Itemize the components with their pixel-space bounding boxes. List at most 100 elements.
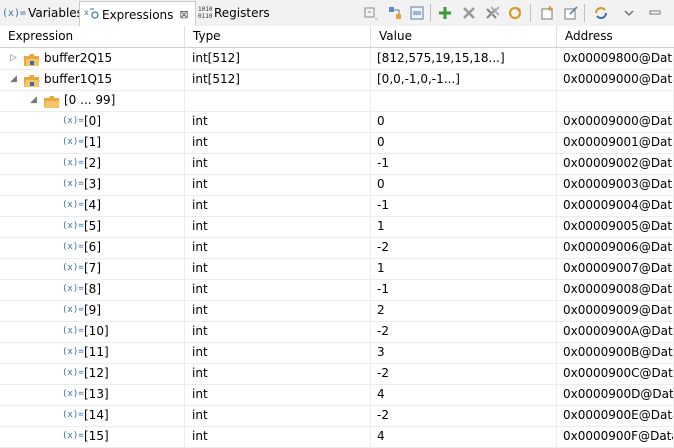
- table-row[interactable]: ▷ buffer2Q15 int[512] [812,575,19,15,18.…: [0, 48, 674, 70]
- value-cell[interactable]: -2: [371, 405, 557, 426]
- value-cell[interactable]: -2: [371, 363, 557, 384]
- minimize-icon[interactable]: [646, 4, 664, 22]
- table-row[interactable]: (x)= [12] int -2 0x0000900C@Data: [0, 363, 674, 385]
- expand-arrow-icon[interactable]: ▷: [10, 48, 17, 69]
- address-cell: 0x00009006@Data: [557, 237, 674, 258]
- address-cell: 0x00009001@Data: [557, 132, 674, 153]
- address-cell: 0x0000900B@Data: [557, 342, 674, 363]
- variable-icon: (x)=: [62, 389, 84, 399]
- value-cell[interactable]: 3: [371, 342, 557, 363]
- value-cell[interactable]: -1: [371, 195, 557, 216]
- add-expression-icon[interactable]: [436, 4, 454, 22]
- element-index: [7]: [84, 261, 101, 275]
- refresh-icon[interactable]: [506, 4, 524, 22]
- table-row[interactable]: (x)= [0] int 0 0x00009000@Data: [0, 111, 674, 133]
- value-cell[interactable]: 4: [371, 384, 557, 405]
- type-cell: int: [185, 216, 371, 237]
- layout-icon[interactable]: [408, 4, 426, 22]
- address-cell: 0x00009005@Data: [557, 216, 674, 237]
- value-cell[interactable]: 4: [371, 426, 557, 447]
- element-index: [12]: [84, 366, 109, 380]
- value-cell[interactable]: -2: [371, 321, 557, 342]
- address-cell: 0x00009004@Data: [557, 195, 674, 216]
- column-header-value[interactable]: Value: [371, 26, 557, 47]
- type-cell: int[512]: [185, 69, 371, 90]
- svg-text:1010: 1010: [198, 6, 212, 13]
- variables-icon: (x)=: [2, 7, 27, 19]
- table-row[interactable]: (x)= [13] int 4 0x0000900D@Data: [0, 384, 674, 406]
- element-index: [6]: [84, 240, 101, 254]
- collapse-arrow-icon[interactable]: ◢: [10, 69, 17, 90]
- value-cell[interactable]: 0: [371, 174, 557, 195]
- variable-icon: (x)=: [62, 368, 84, 378]
- table-row[interactable]: (x)= [7] int 1 0x00009007@Data: [0, 258, 674, 280]
- expression-cell: (x)= [9]: [0, 300, 185, 321]
- table-row[interactable]: (x)= [3] int 0 0x00009003@Data: [0, 174, 674, 196]
- expressions-icon: x: [84, 6, 100, 23]
- show-type-names-icon[interactable]: [386, 4, 404, 22]
- collapse-all-icon[interactable]: [362, 4, 380, 22]
- variable-icon: (x)=: [62, 326, 84, 336]
- remove-icon[interactable]: [460, 4, 478, 22]
- variable-icon: (x)=: [62, 410, 84, 420]
- expression-cell: ◢ [0 ... 99]: [0, 90, 185, 111]
- variable-icon: (x)=: [62, 221, 84, 231]
- table-row[interactable]: (x)= [8] int -1 0x00009008@Data: [0, 279, 674, 301]
- type-cell: int: [185, 132, 371, 153]
- table-row[interactable]: (x)= [4] int -1 0x00009004@Data: [0, 195, 674, 217]
- column-header-type[interactable]: Type: [185, 26, 371, 47]
- table-row[interactable]: ◢ buffer1Q15 int[512] [0,0,-1,0,-1...] 0…: [0, 69, 674, 91]
- value-cell[interactable]: [812,575,19,15,18...]: [371, 48, 557, 69]
- type-cell: int: [185, 153, 371, 174]
- type-cell: int: [185, 174, 371, 195]
- collapse-arrow-icon[interactable]: ◢: [30, 90, 37, 111]
- tab-registers[interactable]: 1010 0110 Registers: [198, 2, 270, 24]
- tab-registers-label: Registers: [214, 6, 270, 20]
- value-cell[interactable]: -1: [371, 279, 557, 300]
- column-header-expression[interactable]: Expression: [0, 26, 185, 47]
- expression-name: buffer2Q15: [44, 51, 113, 65]
- table-row[interactable]: (x)= [2] int -1 0x00009002@Data: [0, 153, 674, 175]
- element-index: [10]: [84, 324, 109, 338]
- table-row[interactable]: (x)= [9] int 2 0x00009009@Data: [0, 300, 674, 322]
- expression-cell: (x)= [10]: [0, 321, 185, 342]
- value-cell[interactable]: 0: [371, 132, 557, 153]
- svg-text:0110: 0110: [198, 13, 212, 19]
- variable-icon: (x)=: [62, 137, 84, 147]
- new-view-icon[interactable]: [538, 4, 556, 22]
- expression-cell: ◢ buffer1Q15: [0, 69, 185, 90]
- type-cell: [185, 90, 371, 111]
- value-cell[interactable]: [0,0,-1,0,-1...]: [371, 69, 557, 90]
- table-row[interactable]: (x)= [6] int -2 0x00009006@Data: [0, 237, 674, 259]
- expression-cell: (x)= [1]: [0, 132, 185, 153]
- view-menu-icon[interactable]: [620, 4, 638, 22]
- expression-name: buffer1Q15: [44, 72, 113, 86]
- expression-cell: (x)= [5]: [0, 216, 185, 237]
- value-cell[interactable]: 1: [371, 216, 557, 237]
- column-header-address[interactable]: Address: [557, 26, 674, 47]
- value-cell[interactable]: -2: [371, 237, 557, 258]
- value-cell[interactable]: 2: [371, 300, 557, 321]
- variable-icon: (x)=: [62, 116, 84, 126]
- variable-icon: (x)=: [62, 158, 84, 168]
- pin-icon[interactable]: [562, 4, 580, 22]
- table-row[interactable]: (x)= [5] int 1 0x00009005@Data: [0, 216, 674, 238]
- sync-icon[interactable]: [592, 4, 610, 22]
- table-row[interactable]: (x)= [10] int -2 0x0000900A@Data: [0, 321, 674, 343]
- tab-expressions[interactable]: x Expressions ⊠: [79, 1, 196, 27]
- folder-icon: [24, 52, 40, 66]
- table-row[interactable]: (x)= [11] int 3 0x0000900B@Data: [0, 342, 674, 364]
- value-cell[interactable]: 1: [371, 258, 557, 279]
- table-row[interactable]: ◢ [0 ... 99]: [0, 90, 674, 112]
- tab-variables[interactable]: (x)= Variables: [2, 2, 83, 24]
- table-row[interactable]: (x)= [15] int 4 0x0000900F@Data: [0, 426, 674, 448]
- close-tab-icon[interactable]: ⊠: [179, 8, 188, 21]
- value-cell[interactable]: 0: [371, 111, 557, 132]
- value-cell[interactable]: -1: [371, 153, 557, 174]
- remove-all-icon[interactable]: [484, 4, 502, 22]
- address-cell: 0x00009007@Data: [557, 258, 674, 279]
- type-cell: int: [185, 111, 371, 132]
- element-index: [8]: [84, 282, 101, 296]
- table-row[interactable]: (x)= [1] int 0 0x00009001@Data: [0, 132, 674, 154]
- table-row[interactable]: (x)= [14] int -2 0x0000900E@Data: [0, 405, 674, 427]
